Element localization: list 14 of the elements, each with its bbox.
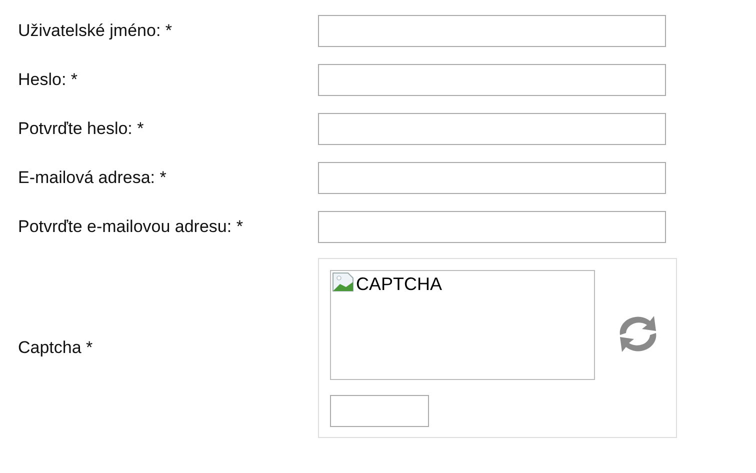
input-field[interactable] — [318, 162, 666, 194]
field-label: Heslo: * — [18, 70, 79, 90]
input-field[interactable] — [318, 64, 666, 96]
field-label: Potvrďte e-mailovou adresu: * — [18, 217, 244, 237]
field-label: Captcha * — [18, 338, 94, 358]
input-field[interactable] — [318, 211, 666, 243]
input-field[interactable] — [318, 15, 666, 47]
input-field[interactable] — [318, 113, 666, 145]
field-label: E-mailová adresa: * — [18, 168, 168, 188]
captcha-alt-text: CAPTCHA — [356, 274, 442, 294]
captcha-input-field[interactable] — [330, 395, 429, 427]
field-label: Potvrďte heslo: * — [18, 119, 145, 139]
field-label: Uživatelské jméno: * — [18, 21, 174, 41]
broken-image-icon — [332, 272, 356, 292]
